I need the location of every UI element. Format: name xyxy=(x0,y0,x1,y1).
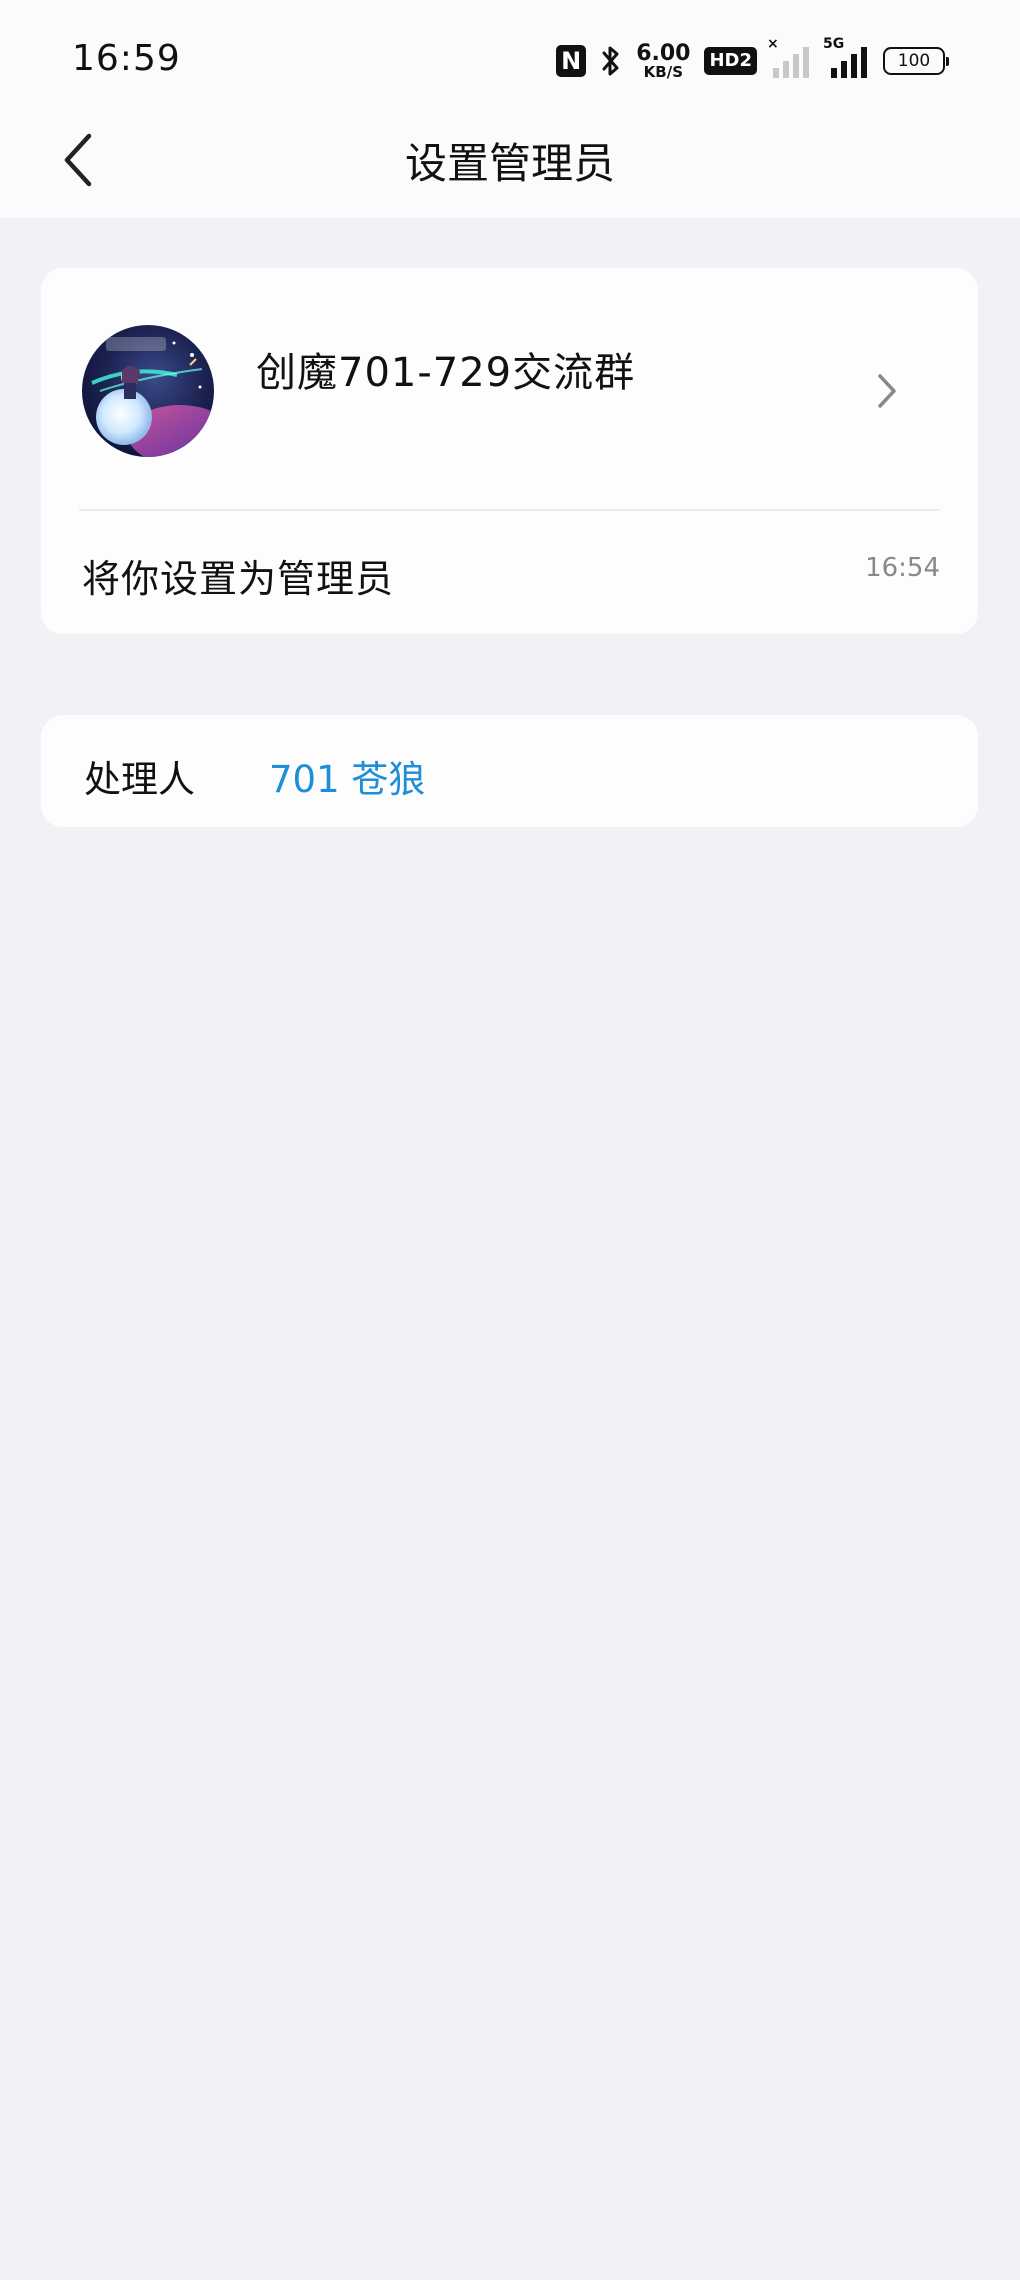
speed-value: 6.00 xyxy=(636,40,691,66)
divider xyxy=(79,509,940,511)
notification-time: 16:54 xyxy=(865,553,940,583)
signal-bar xyxy=(803,47,809,78)
bluetooth-icon xyxy=(600,44,622,78)
battery-icon: 100 xyxy=(883,47,949,75)
hd-icon: HD2 xyxy=(704,47,757,75)
status-bar: 16:59 N 6.00 KB/S HD2 × 5G 100 xyxy=(0,0,1020,120)
signal-bar xyxy=(793,54,799,78)
nfc-icon: N xyxy=(556,45,587,77)
signal-bar xyxy=(783,61,789,78)
signal-bar xyxy=(851,54,857,78)
signal-bar xyxy=(773,68,779,78)
chevron-right-icon xyxy=(876,372,898,414)
status-icons: N 6.00 KB/S HD2 × 5G 100 xyxy=(556,36,949,86)
status-time: 16:59 xyxy=(72,38,181,79)
signal-bar xyxy=(831,68,837,78)
group-name: 创魔701-729交流群 xyxy=(256,350,636,396)
page-title: 设置管理员 xyxy=(404,139,615,188)
network-speed: 6.00 KB/S xyxy=(636,40,691,81)
group-row[interactable]: 创魔701-729交流群 xyxy=(41,268,978,510)
top-bar: 16:59 N 6.00 KB/S HD2 × 5G 100 设置管理员 xyxy=(0,0,1020,218)
network-type: 5G xyxy=(823,36,845,52)
handler-label: 处理人 xyxy=(84,758,195,801)
group-avatar[interactable] xyxy=(82,325,214,457)
no-signal-mark: × xyxy=(767,36,779,52)
signal-bar xyxy=(861,47,867,78)
notification-message: 将你设置为管理员 xyxy=(82,557,395,601)
handler-name-link[interactable]: 701 苍狼 xyxy=(269,749,425,803)
handler-card: 处理人 701 苍狼 xyxy=(41,715,978,827)
nav-bar: 设置管理员 xyxy=(0,110,1020,210)
group-card: 创魔701-729交流群 将你设置为管理员 16:54 xyxy=(41,268,978,634)
speed-unit: KB/S xyxy=(643,62,683,81)
signal-sim1-icon: × xyxy=(767,36,813,78)
signal-bar xyxy=(841,61,847,78)
signal-sim2-icon: 5G xyxy=(823,36,869,78)
